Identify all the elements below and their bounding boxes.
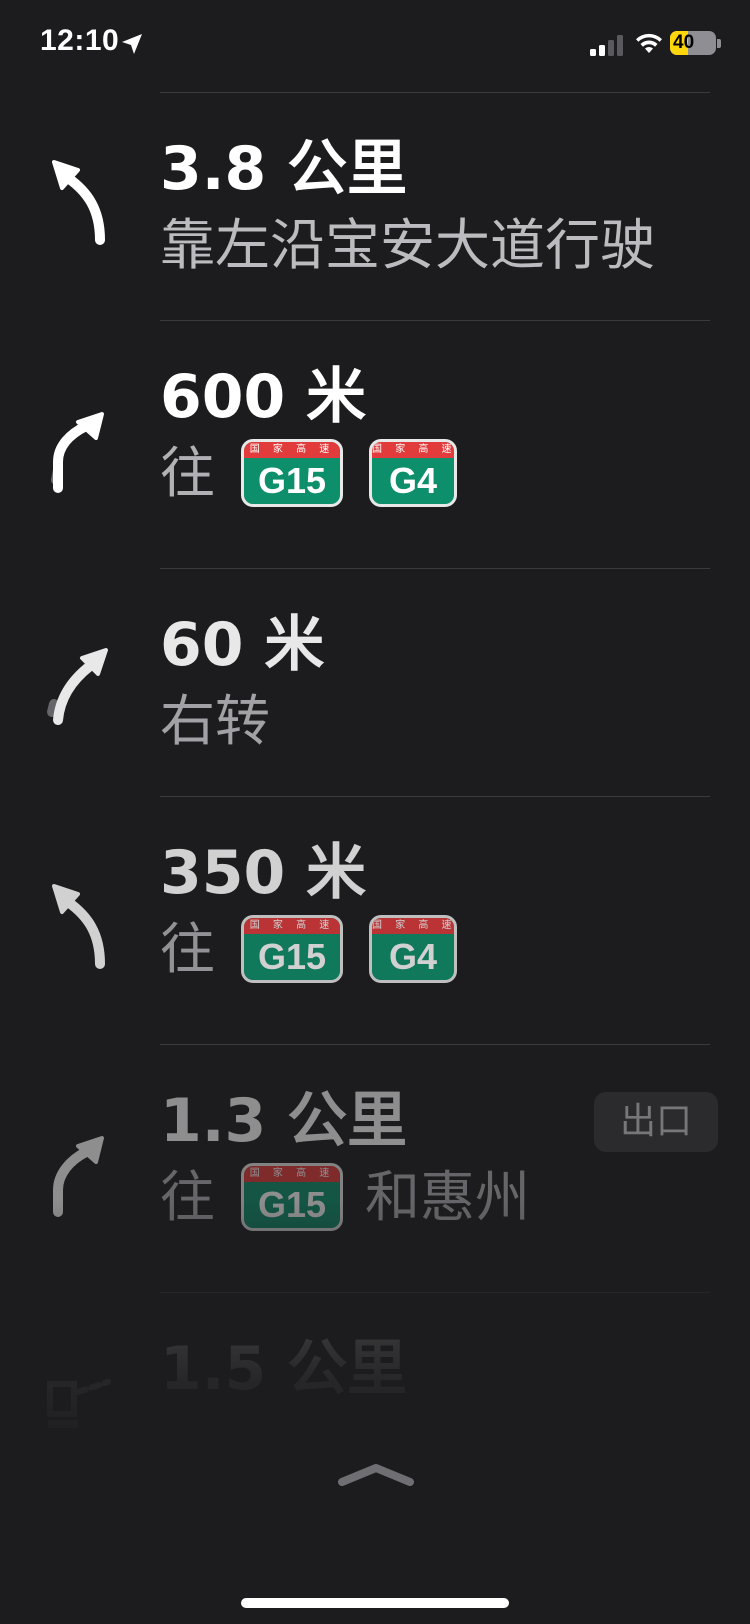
wifi-icon: [636, 33, 662, 53]
maneuver-step-5[interactable]: 1.3 公里 出口 往 国 家 高 速 G15 和惠州: [0, 1044, 750, 1292]
step-instruction: 往 国 家 高 速 G15 国 家 高 速 G4: [160, 438, 458, 508]
highway-shield-g4: 国 家 高 速 G4: [369, 439, 458, 507]
shield-header: 国 家 高 速: [244, 918, 341, 934]
step-distance: 1.5 公里: [160, 1334, 408, 1404]
instruction-suffix: 和惠州: [365, 1165, 531, 1229]
status-time: 12:10: [40, 24, 120, 57]
maneuver-step-4[interactable]: 350 米 往 国 家 高 速 G15 国 家 高 速 G4: [0, 796, 750, 1044]
step-distance: 600 米: [160, 362, 367, 432]
turn-right-arrow-icon: [47, 648, 108, 725]
keep-left-arrow-icon: [52, 160, 105, 245]
instruction-prefix: 往: [160, 917, 216, 981]
shield-code: G4: [389, 936, 438, 977]
shield-code: G15: [257, 460, 327, 501]
battery-level: 40: [673, 32, 695, 53]
shield-header: 国 家 高 速: [372, 918, 455, 934]
location-arrow-icon: [122, 34, 142, 54]
step-instruction: 往 国 家 高 速 G15 和惠州: [160, 1162, 530, 1232]
shield-header: 国 家 高 速: [244, 1166, 341, 1182]
step-distance: 1.3 公里: [160, 1086, 408, 1156]
shield-code: G15: [257, 1184, 327, 1225]
maneuver-step-2[interactable]: 600 米 往 国 家 高 速 G15 国 家 高 速 G4: [0, 320, 750, 568]
maneuver-step-3[interactable]: 60 米 右转: [0, 568, 750, 796]
step-distance: 60 米: [160, 610, 325, 680]
battery-charging-icon: 40: [670, 31, 722, 57]
chevron-up-icon[interactable]: [336, 1458, 416, 1488]
highway-shield-g4: 国 家 高 速 G4: [369, 915, 458, 983]
keep-left-arrow-icon: [52, 884, 105, 969]
instruction-prefix: 往: [160, 441, 216, 505]
home-indicator[interactable]: [241, 1598, 509, 1608]
step-instruction: 往 国 家 高 速 G15 国 家 高 速 G4: [160, 914, 458, 984]
step-instruction: 靠左沿宝安大道行驶: [160, 213, 656, 277]
navigation-steps-screen: 12:10 40 3.8 公里 靠左沿宝安大道行驶 600 米 往 国 家 高 …: [0, 0, 750, 1624]
bear-right-arrow-icon: [51, 412, 104, 493]
shield-header: 国 家 高 速: [244, 442, 341, 458]
instruction-prefix: 往: [160, 1165, 216, 1229]
step-distance: 350 米: [160, 838, 367, 908]
highway-shield-g15: 国 家 高 速 G15: [241, 915, 344, 983]
step-distance: 3.8 公里: [160, 134, 408, 204]
shield-code: G4: [389, 460, 438, 501]
maneuver-step-1[interactable]: 3.8 公里 靠左沿宝安大道行驶: [0, 92, 750, 320]
maneuver-step-6[interactable]: 1.5 公里: [0, 1292, 750, 1452]
shield-header: 国 家 高 速: [372, 442, 455, 458]
exit-badge: 出口: [594, 1092, 718, 1152]
shield-code: G15: [257, 936, 327, 977]
status-bar: 12:10 40: [0, 0, 750, 90]
toll-gate-icon: [47, 1379, 111, 1428]
highway-shield-g15: 国 家 高 速 G15: [241, 1163, 344, 1231]
cellular-signal-icon: [590, 35, 623, 56]
bear-right-arrow-icon: [53, 1136, 104, 1217]
highway-shield-g15: 国 家 高 速 G15: [241, 439, 344, 507]
step-instruction: 右转: [160, 689, 271, 753]
